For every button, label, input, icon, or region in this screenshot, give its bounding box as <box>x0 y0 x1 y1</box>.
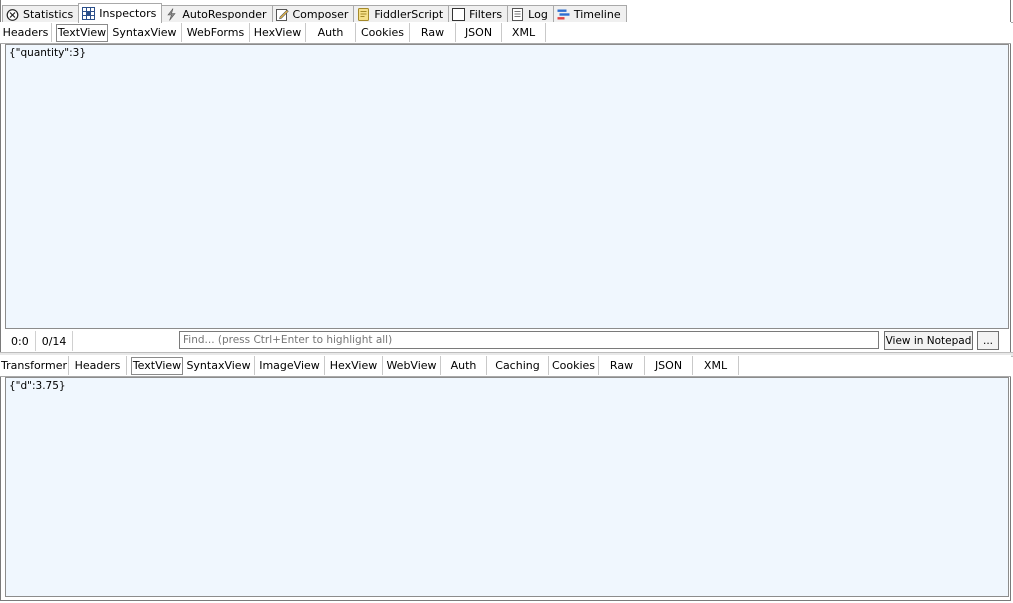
response-tab-caching[interactable]: Caching <box>487 356 549 375</box>
log-icon <box>512 8 524 21</box>
response-tab-imageview[interactable]: ImageView <box>255 356 325 375</box>
response-tab-syntaxview[interactable]: SyntaxView <box>183 356 255 375</box>
timeline-icon <box>557 9 570 20</box>
response-tab-cookies[interactable]: Cookies <box>549 356 599 375</box>
request-tab-cookies[interactable]: Cookies <box>356 23 410 42</box>
stopwatch-icon <box>6 9 19 21</box>
response-body-textview[interactable]: {"d":3.75} <box>5 377 1009 597</box>
tab-timeline[interactable]: Timeline <box>552 5 627 23</box>
tab-autoresponder-label: AutoResponder <box>182 8 267 21</box>
tab-log[interactable]: Log <box>507 5 554 23</box>
response-tab-textview[interactable]: TextView <box>131 356 183 375</box>
view-in-notepad-button[interactable]: View in Notepad <box>884 331 973 350</box>
tab-composer-label: Composer <box>292 8 349 21</box>
request-tab-raw[interactable]: Raw <box>410 23 456 42</box>
more-options-button[interactable]: ... <box>977 331 999 350</box>
request-tab-hexview[interactable]: HexView <box>250 23 306 42</box>
request-tab-xml[interactable]: XML <box>502 23 546 42</box>
request-tab-headers[interactable]: Headers <box>0 23 52 42</box>
request-tab-syntaxview[interactable]: SyntaxView <box>108 23 182 42</box>
request-tab-auth[interactable]: Auth <box>306 23 356 42</box>
cursor-position: 0:0 <box>5 331 36 351</box>
response-inspector-tabs: Transformer Headers TextView SyntaxView … <box>0 355 1011 377</box>
inspector-grid-icon <box>82 7 96 20</box>
tab-timeline-label: Timeline <box>573 8 621 21</box>
response-tab-auth[interactable]: Auth <box>441 356 487 375</box>
tab-fiddlerscript[interactable]: FiddlerScript <box>353 5 450 23</box>
response-tab-raw[interactable]: Raw <box>599 356 645 375</box>
tab-inspectors[interactable]: Inspectors <box>78 3 163 23</box>
main-tab-strip: Statistics Inspectors AutoResponder Comp… <box>2 3 1013 23</box>
request-find-bar: 0:0 0/14 View in Notepad ... <box>5 330 1009 352</box>
tab-fiddlerscript-label: FiddlerScript <box>374 8 444 21</box>
response-tab-transformer[interactable]: Transformer <box>0 356 69 375</box>
tab-log-label: Log <box>528 8 548 21</box>
find-input[interactable] <box>179 331 879 349</box>
request-tab-json[interactable]: JSON <box>456 23 502 42</box>
response-tab-xml[interactable]: XML <box>693 356 739 375</box>
response-tab-json[interactable]: JSON <box>645 356 693 375</box>
character-count: 0/14 <box>36 331 74 351</box>
request-tab-textview[interactable]: TextView <box>56 23 108 42</box>
tab-statistics-label: Statistics <box>23 8 74 21</box>
response-tab-headers[interactable]: Headers <box>69 356 127 375</box>
request-tab-webforms[interactable]: WebForms <box>182 23 250 42</box>
pencil-note-icon <box>275 9 289 21</box>
tab-inspectors-label: Inspectors <box>99 7 157 20</box>
response-tab-hexview[interactable]: HexView <box>325 356 383 375</box>
lightning-icon <box>167 8 176 21</box>
tab-statistics[interactable]: Statistics <box>2 5 80 23</box>
script-icon <box>358 8 370 21</box>
request-body-textview[interactable]: {"quantity":3} <box>5 44 1009 329</box>
tab-filters[interactable]: Filters <box>448 5 509 23</box>
checkbox-icon <box>452 8 466 21</box>
tab-composer[interactable]: Composer <box>271 5 355 23</box>
response-tab-webview[interactable]: WebView <box>383 356 441 375</box>
tab-autoresponder[interactable]: AutoResponder <box>161 5 273 23</box>
tab-filters-label: Filters <box>469 8 503 21</box>
request-inspector-tabs: Headers TextView SyntaxView WebForms Hex… <box>0 22 1011 44</box>
